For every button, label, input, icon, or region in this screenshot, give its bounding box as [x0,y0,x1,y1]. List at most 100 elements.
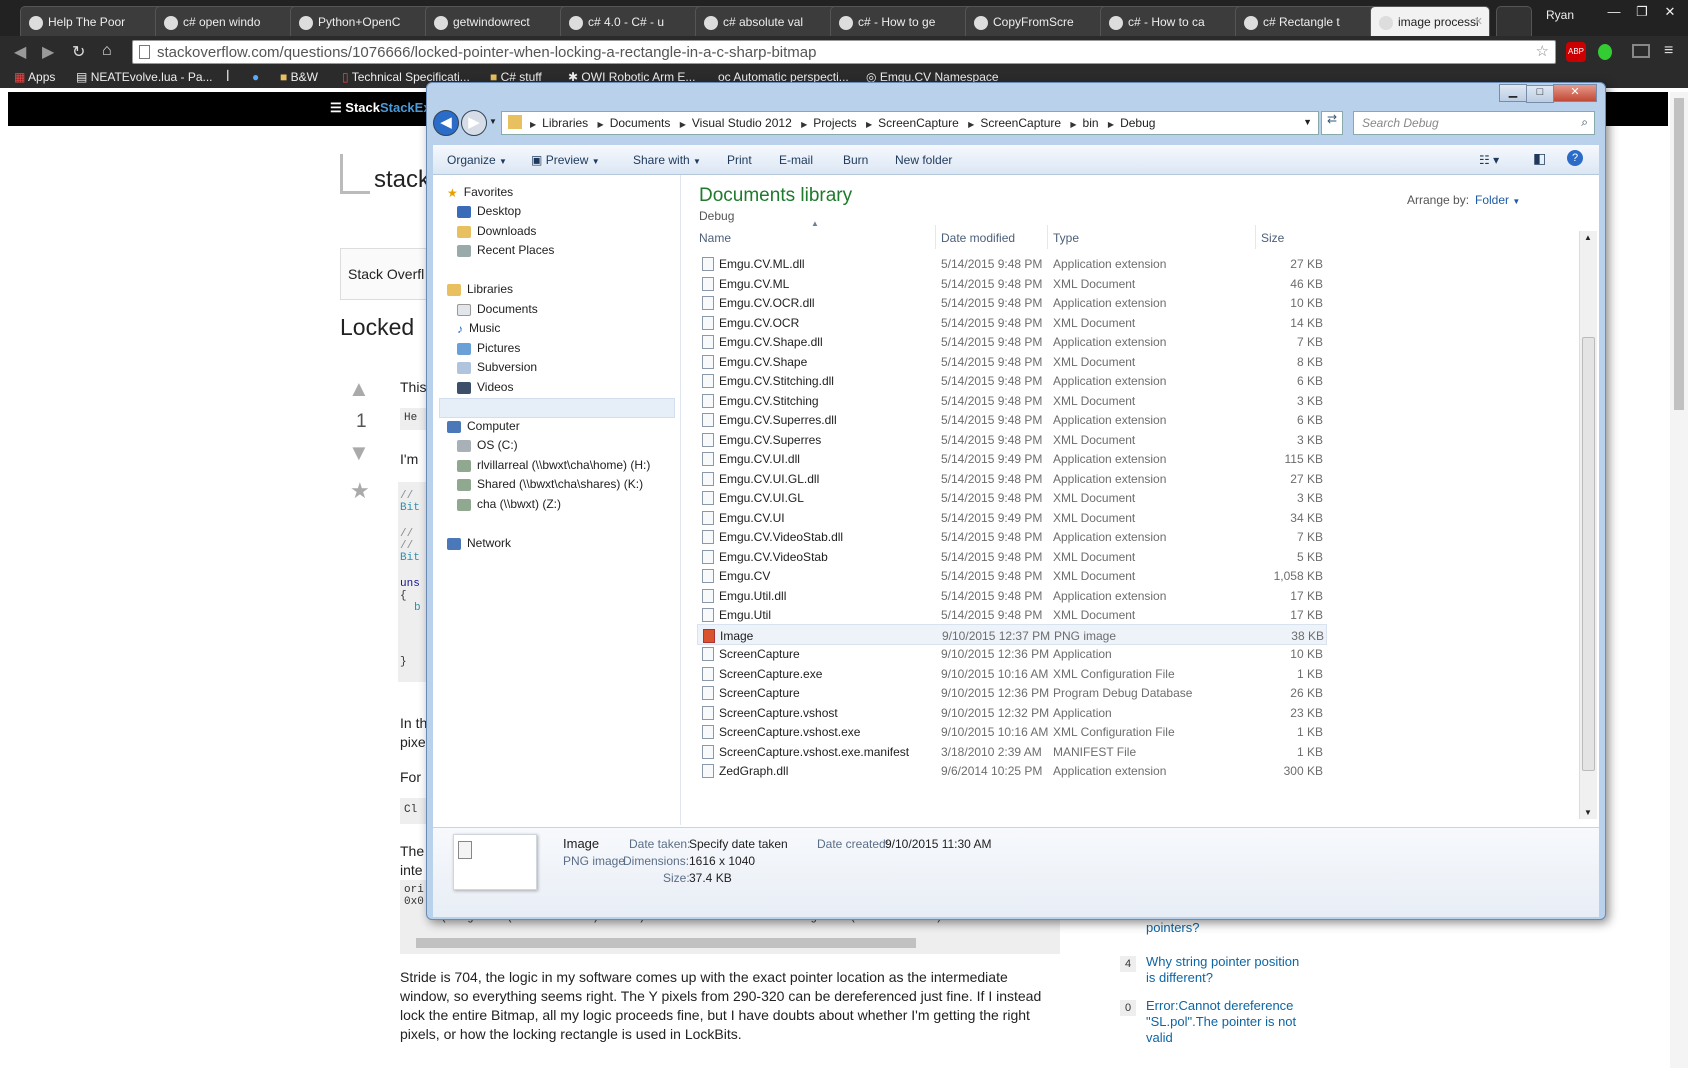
bookmark-folder[interactable]: ■ B&W [280,70,318,84]
help-icon[interactable]: ? [1567,150,1583,166]
browser-tab-active[interactable]: image processi ✕ [1370,6,1490,36]
column-header-type[interactable]: Type [1053,231,1079,245]
file-row[interactable]: Emgu.CV.Shape 5/14/2015 9:48 PM XML Docume… [697,351,1327,372]
scroll-down-icon[interactable]: ▼ [1584,808,1592,817]
nav-drive-c[interactable]: OS (C:) [457,438,518,452]
print-button[interactable]: Print [727,153,752,167]
home-icon[interactable]: ⌂ [102,42,112,60]
nav-subversion[interactable]: Subversion [457,360,537,374]
close-icon[interactable]: ✕ [1474,15,1483,28]
organize-button[interactable]: Organize ▼ [447,153,507,167]
chevron-down-icon[interactable]: ▼ [1303,117,1312,127]
file-row[interactable]: Emgu.CV.Shape.dll 5/14/2015 9:48 PM Applic… [697,331,1327,352]
extension-icon[interactable] [1598,44,1612,60]
minimize-icon[interactable]: — [1600,4,1628,24]
share-with-button[interactable]: Share with ▼ [633,153,701,167]
file-list-scrollbar[interactable]: ▲ ▼ [1579,231,1597,819]
column-divider[interactable] [935,225,936,249]
burn-button[interactable]: Burn [843,153,868,167]
minimize-icon[interactable]: ▁ [1499,84,1527,102]
breadcrumb-bar[interactable]: ▶ Libraries ▶ Documents ▶ Visual Studio 201… [501,111,1319,135]
file-row[interactable]: Emgu.CV.Superres.dll 5/14/2015 9:48 PM App… [697,409,1327,430]
column-header-size[interactable]: Size [1261,231,1284,245]
close-icon[interactable]: ✕ [1553,84,1597,102]
search-input[interactable]: Search Debug ⌕ [1353,111,1595,135]
bookmark-apps[interactable]: ▦ Apps [14,70,55,84]
file-row[interactable]: Emgu.CV.UI.dll 5/14/2015 9:49 PM Applicati… [697,448,1327,469]
breadcrumb-item[interactable]: ScreenCapture [980,116,1061,130]
reload-icon[interactable]: ↻ [72,42,85,62]
breadcrumb-item[interactable]: Libraries [542,116,588,130]
horizontal-scrollbar[interactable] [416,938,916,948]
nav-music[interactable]: ♪ Music [457,321,500,336]
browser-tab[interactable]: c# open windo✕ [155,6,309,36]
nav-drive-z[interactable]: cha (\\bwxt) (Z:) [457,497,561,511]
browser-tab[interactable]: CopyFromScre✕ [965,6,1119,36]
file-row[interactable]: ScreenCapture.exe 9/10/2015 10:16 AM XML C… [697,663,1327,684]
file-row[interactable]: Emgu.CV.VideoStab.dll 5/14/2015 9:48 PM Ap… [697,526,1327,547]
file-row[interactable]: ZedGraph.dll 9/6/2014 10:25 PM Application… [697,760,1327,781]
column-divider[interactable] [1047,225,1048,249]
adblock-icon[interactable]: ABP [1566,42,1586,62]
browser-tab[interactable]: Python+OpenC✕ [290,6,444,36]
preview-pane-icon[interactable]: ◧ [1533,150,1546,167]
file-row[interactable]: ScreenCapture 9/10/2015 12:36 PM Applicati… [697,643,1327,664]
file-row[interactable]: ScreenCapture.vshost 9/10/2015 12:32 PM Ap… [697,702,1327,723]
file-row[interactable]: Emgu.Util 5/14/2015 9:48 PM XML Document 17… [697,604,1327,625]
bookmark[interactable]: ꟾ [226,70,230,84]
favorite-star-icon[interactable]: ★ [350,478,370,504]
related-link[interactable]: Why string pointer position is different… [1146,954,1306,986]
column-divider[interactable] [1255,225,1256,249]
scrollbar-thumb[interactable] [1582,337,1595,771]
preview-button[interactable]: ▣ Preview ▼ [531,153,600,167]
scroll-up-icon[interactable]: ▲ [1584,233,1592,242]
file-row[interactable]: Emgu.CV.OCR 5/14/2015 9:48 PM XML Document… [697,312,1327,333]
browser-tab[interactable]: c# - How to ca✕ [1100,6,1254,36]
nav-recent-places[interactable]: Recent Places [457,243,554,257]
nav-documents[interactable]: Documents [457,302,538,316]
forward-icon[interactable]: ▶ [461,110,487,136]
nav-computer[interactable]: Computer [447,419,520,433]
nav-drive-h[interactable]: rlvillarreal (\\bwxt\cha\home) (H:) [457,458,650,472]
breadcrumb-item[interactable]: Projects [813,116,856,130]
nav-drive-k[interactable]: Shared (\\bwxt\cha\shares) (K:) [457,477,643,491]
file-row[interactable]: Emgu.CV 5/14/2015 9:48 PM XML Document 1,05… [697,565,1327,586]
file-row[interactable]: ScreenCapture.vshost.exe.manifest 3/18/20… [697,741,1327,762]
file-row[interactable]: Emgu.CV.UI.GL.dll 5/14/2015 9:48 PM Applic… [697,468,1327,489]
recent-pages-icon[interactable]: ▼ [489,117,497,126]
back-icon[interactable]: ◀ [433,110,459,136]
star-icon[interactable]: ☆ [1536,42,1549,60]
browser-tab[interactable]: c# - How to ge✕ [830,6,984,36]
restore-icon[interactable]: ❐ [1628,4,1656,24]
refresh-icon[interactable]: ⇄ [1321,111,1343,135]
file-row[interactable]: Image 9/10/2015 12:37 PM PNG image 38 KB [697,623,1327,645]
scrollbar-thumb[interactable] [1674,98,1684,410]
bookmark[interactable]: ▤ NEATEvolve.lua - Pa... [76,70,213,84]
new-tab-button[interactable] [1496,6,1532,36]
browser-tab[interactable]: c# absolute val✕ [695,6,849,36]
question-title[interactable]: Locked [340,316,414,339]
maximize-icon[interactable]: □ [1526,85,1554,103]
arrange-by-dropdown[interactable]: Folder ▼ [1475,193,1520,207]
page-scrollbar[interactable] [1670,92,1688,1068]
breadcrumb-item[interactable]: Visual Studio 2012 [692,116,792,130]
menu-icon[interactable]: ≡ [1664,42,1673,60]
file-row[interactable]: ScreenCapture 9/10/2015 12:36 PM Program D… [697,682,1327,703]
column-header-date[interactable]: Date modified [941,231,1015,245]
browser-tab[interactable]: getwindowrect✕ [425,6,579,36]
upvote-icon[interactable]: ▲ [348,376,370,402]
file-row[interactable]: Emgu.CV.Stitching.dll 5/14/2015 9:48 PM Ap… [697,370,1327,391]
file-row[interactable]: Emgu.CV.ML.dll 5/14/2015 9:48 PM Applicati… [697,253,1327,274]
browser-tab[interactable]: c# Rectangle t✕ [1235,6,1389,36]
nav-libraries[interactable]: Libraries [447,282,513,296]
email-button[interactable]: E-mail [779,153,813,167]
profile-name[interactable]: Ryan [1546,8,1574,22]
breadcrumb-item[interactable]: bin [1083,116,1099,130]
file-row[interactable]: Emgu.CV.UI.GL 5/14/2015 9:48 PM XML Docume… [697,487,1327,508]
bookmark[interactable]: ● [252,70,259,84]
cast-icon[interactable] [1632,44,1650,58]
nav-videos[interactable]: Videos [457,380,513,394]
nav-desktop[interactable]: Desktop [457,204,521,218]
nav-downloads[interactable]: Downloads [457,224,536,238]
close-icon[interactable]: ✕ [1656,4,1684,24]
